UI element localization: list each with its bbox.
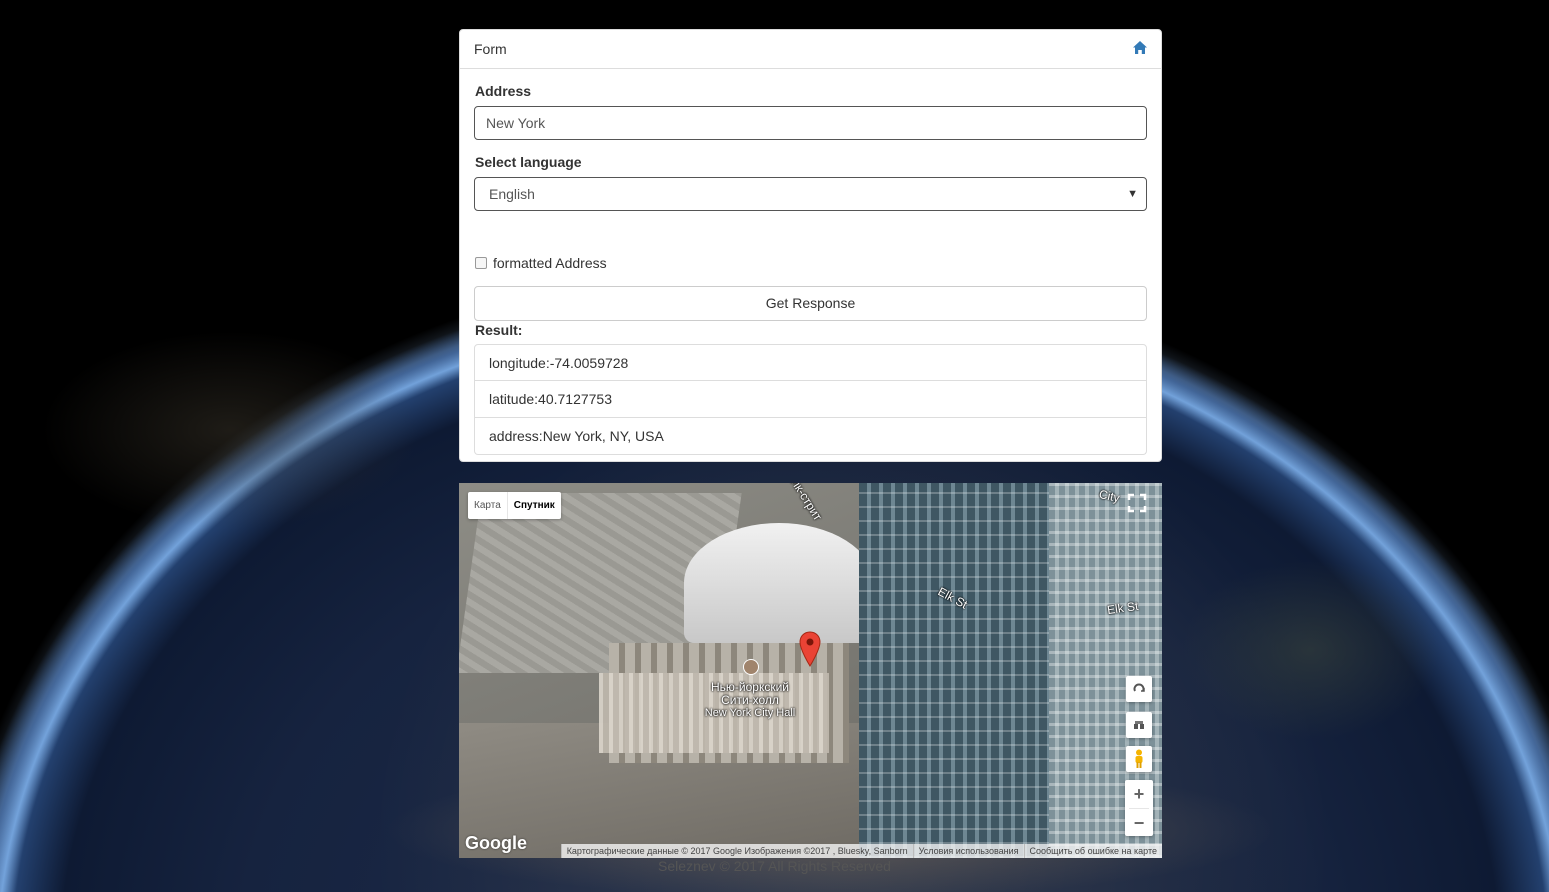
map-view[interactable]: Элк-стрит Elk St Elk St City Нью-йоркски…: [459, 483, 1162, 858]
address-input[interactable]: New York: [474, 106, 1147, 140]
formatted-address-label[interactable]: formatted Address: [493, 255, 607, 271]
formatted-address-checkbox[interactable]: [475, 257, 487, 269]
tower-building: [859, 483, 1049, 858]
pegman-icon[interactable]: [1126, 746, 1152, 772]
map-attribution: Картографические данные © 2017 Google Из…: [560, 844, 1162, 858]
list-item: address:New York, NY, USA: [474, 418, 1147, 455]
panel-heading: Form: [460, 30, 1161, 69]
panel-title: Form: [474, 41, 507, 57]
result-list: longitude:-74.0059728 latitude:40.712775…: [474, 344, 1147, 455]
form-panel: Form Address New York Select language En…: [459, 29, 1162, 462]
landmass: [40, 330, 420, 530]
language-select-value: English: [489, 186, 535, 202]
attribution-text: Картографические данные © 2017 Google Из…: [560, 844, 913, 858]
poi-label-line: New York City Hall: [704, 707, 796, 719]
poi-label[interactable]: Нью-йоркский Сити-холл New York City Hal…: [675, 681, 825, 720]
landmass: [1180, 560, 1440, 740]
map-marker-icon[interactable]: [799, 631, 821, 667]
zoom-out-button[interactable]: −: [1125, 809, 1153, 837]
building-dome: [684, 523, 874, 643]
zoom-in-button[interactable]: +: [1125, 780, 1153, 808]
map-type-map-button[interactable]: Карта: [468, 492, 507, 519]
poi-label-line: Сити-холл: [721, 693, 779, 707]
museum-icon[interactable]: [743, 659, 759, 675]
list-item: latitude:40.7127753: [474, 381, 1147, 418]
zoom-control: + −: [1125, 780, 1153, 836]
report-error-link[interactable]: Сообщить об ошибке на карте: [1023, 844, 1162, 858]
terms-link[interactable]: Условия использования: [912, 844, 1024, 858]
footer-copyright: Seleznev © 2017 All Rights Reserved: [658, 858, 891, 874]
google-logo: Google: [465, 833, 527, 853]
language-select[interactable]: English ▼: [474, 177, 1147, 211]
tilt-icon[interactable]: [1126, 712, 1152, 738]
get-response-button[interactable]: Get Response: [474, 286, 1147, 321]
rotate-icon[interactable]: [1126, 676, 1152, 702]
address-label: Address: [475, 83, 532, 99]
list-item: longitude:-74.0059728: [474, 344, 1147, 381]
home-icon[interactable]: [1132, 40, 1148, 56]
language-label: Select language: [475, 154, 582, 170]
fullscreen-icon[interactable]: [1124, 490, 1150, 516]
map-type-satellite-button[interactable]: Спутник: [506, 492, 561, 519]
map-type-control: Карта Спутник: [468, 492, 561, 519]
chevron-down-icon: ▼: [1127, 188, 1138, 200]
result-label: Result:: [475, 322, 523, 338]
